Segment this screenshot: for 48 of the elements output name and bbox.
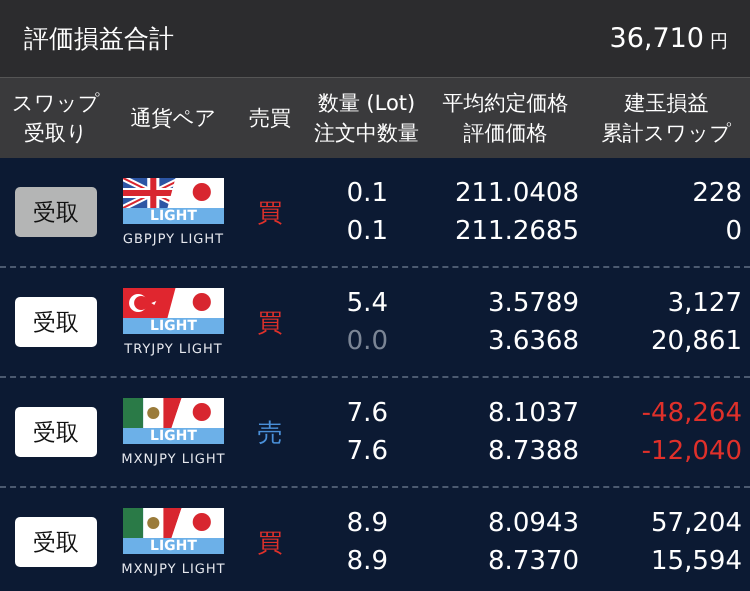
trade-side: 買 <box>258 526 282 558</box>
receive-button[interactable]: 受取 <box>15 517 97 567</box>
valuation-price: 8.7388 <box>488 435 579 468</box>
currency-pair-name: GBPJPY LIGHT <box>122 232 224 246</box>
trade-side: 買 <box>258 306 282 338</box>
currency-flag-badge: LIGHT <box>123 508 224 554</box>
receive-button[interactable]: 受取 <box>15 407 97 457</box>
average-price: 3.5789 <box>488 287 579 320</box>
pending-quantity: 7.6 <box>346 435 388 468</box>
accumulated-swap: -12,040 <box>642 435 742 468</box>
currency-flag-badge: LIGHT <box>123 178 224 224</box>
position-pnl: -48,264 <box>642 397 742 430</box>
currency-pair-name: MXNJPY LIGHT <box>121 452 226 466</box>
currency-pair-name: TRYJPY LIGHT <box>124 342 223 356</box>
valuation-price: 3.6368 <box>488 325 579 358</box>
accumulated-swap: 20,861 <box>651 325 742 358</box>
position-pnl: 57,204 <box>651 507 742 540</box>
trade-side: 売 <box>258 416 282 448</box>
receive-button[interactable]: 受取 <box>15 297 97 347</box>
currency-unit: 円 <box>710 31 728 52</box>
column-header: 通貨ペア <box>130 105 218 132</box>
pending-quantity: 0.0 <box>346 325 388 358</box>
total-pnl-label: 評価損益合計 <box>24 23 174 55</box>
average-price: 211.0408 <box>454 177 579 210</box>
position-pnl: 228 <box>692 177 742 210</box>
column-header: 売買 <box>248 105 292 132</box>
average-price: 8.0943 <box>488 507 579 540</box>
quantity: 5.4 <box>346 287 388 320</box>
currency-flag-badge: LIGHT <box>123 398 224 444</box>
total-pnl-value: 36,710 <box>610 23 704 54</box>
valuation-price: 211.2685 <box>454 215 579 248</box>
currency-pair-name: MXNJPY LIGHT <box>121 562 226 576</box>
trade-side: 買 <box>258 196 282 228</box>
accumulated-swap: 0 <box>725 215 742 248</box>
accumulated-swap: 15,594 <box>651 545 742 578</box>
quantity: 7.6 <box>346 397 388 430</box>
quantity: 8.9 <box>346 507 388 540</box>
valuation-price: 8.7370 <box>488 545 579 578</box>
column-header: 平均約定価格 評価価格 <box>442 90 570 147</box>
column-header: スワップ 受取り <box>11 90 101 147</box>
pending-quantity: 8.9 <box>346 545 388 578</box>
average-price: 8.1037 <box>488 397 579 430</box>
column-header: 建玉損益 累計スワップ <box>600 90 732 147</box>
column-header: 数量 (Lot) 注文中数量 <box>313 90 420 147</box>
pending-quantity: 0.1 <box>346 215 388 248</box>
position-pnl: 3,127 <box>668 287 742 320</box>
quantity: 0.1 <box>346 177 388 210</box>
currency-flag-badge: LIGHT <box>123 288 224 334</box>
